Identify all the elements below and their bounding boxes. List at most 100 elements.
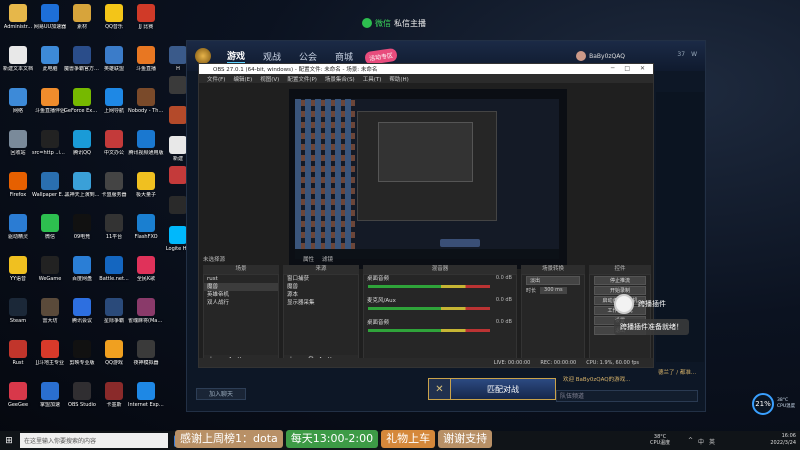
- desktop-icon[interactable]: FlashFXO: [128, 214, 164, 240]
- desktop-icon[interactable]: 微信: [32, 214, 68, 240]
- desktop-icon[interactable]: 09电竞: [64, 214, 100, 240]
- obs-menu-item[interactable]: 编辑(E): [233, 75, 252, 83]
- desktop-icon[interactable]: 黑神天上演到...: [64, 172, 100, 198]
- desktop-icon[interactable]: 网络: [0, 88, 36, 114]
- desktop-icon-image: [105, 4, 123, 22]
- scene-item[interactable]: 双人战行: [204, 299, 278, 307]
- desktop-icon[interactable]: src=http ..img.ketpd...: [32, 130, 68, 156]
- desktop-icon[interactable]: Battle.net...: [96, 256, 132, 282]
- tray-lang-icon[interactable]: 英: [709, 437, 715, 446]
- source-item[interactable]: 窗口捕获: [284, 275, 358, 283]
- obs-menu-item[interactable]: 文件(F): [207, 75, 225, 83]
- desktop-icon[interactable]: 英雄联盟: [96, 46, 132, 72]
- desktop-icon[interactable]: Administr...: [0, 4, 36, 30]
- desktop-icon[interactable]: Wallpaper Engine: ...: [32, 172, 68, 198]
- tab-guild[interactable]: 公会: [299, 50, 317, 63]
- side-chat-line: 德兰了 / 都准...: [658, 370, 697, 376]
- desktop-icon[interactable]: 卡盟服务器: [96, 172, 132, 198]
- desktop-icon[interactable]: 雀魂麻将(Mahjong...: [128, 298, 164, 324]
- tray-ime-icon[interactable]: 中: [698, 437, 704, 446]
- scene-item[interactable]: rust: [204, 275, 278, 283]
- volume-meter[interactable]: [368, 285, 490, 288]
- scene-item[interactable]: 魔兽: [204, 283, 278, 291]
- desktop-icon[interactable]: Nobody - The Turna...: [128, 88, 164, 114]
- taskbar-search-input[interactable]: 在这里输入你要搜索的内容: [20, 433, 168, 448]
- desktop-icon[interactable]: JJ 比赛: [128, 4, 164, 30]
- obs-menu-item[interactable]: 场景集合(S): [325, 75, 355, 83]
- desktop-icon-label: 夜神模拟器: [133, 360, 159, 366]
- filters-button[interactable]: 滤镜: [322, 255, 333, 263]
- desktop-icon[interactable]: 魔兽争霸官方对战平台: [64, 46, 100, 72]
- desktop-icon[interactable]: 上网导航: [96, 88, 132, 114]
- desktop-icon[interactable]: 腾讯QQ: [64, 130, 100, 156]
- desktop-icon[interactable]: 腾讯视频通用版: [128, 130, 164, 156]
- desktop-icon[interactable]: GeeGee: [0, 382, 36, 408]
- desktop-icon[interactable]: 全民K歌: [128, 256, 164, 282]
- match-button[interactable]: ✕ 匹配对战: [428, 378, 556, 400]
- desktop-icon[interactable]: 11平台: [96, 214, 132, 240]
- desktop-icon[interactable]: 百度网盘: [64, 256, 100, 282]
- scene-item[interactable]: 英雄帝机: [204, 291, 278, 299]
- desktop-icon-image: [9, 340, 27, 358]
- user-info[interactable]: BaBy0zQAQ: [576, 51, 625, 61]
- desktop-icon[interactable]: 此电脑: [32, 46, 68, 72]
- desktop-icon[interactable]: 回收站: [0, 130, 36, 156]
- source-item[interactable]: 魔兽: [284, 283, 358, 291]
- tray-clock[interactable]: 16:06 2022/3/24: [770, 433, 796, 447]
- tab-game[interactable]: 游戏: [227, 49, 246, 64]
- desktop-icon[interactable]: Internet Explorer: [128, 382, 164, 408]
- volume-meter[interactable]: [368, 329, 490, 332]
- obs-menu-item[interactable]: 视图(V): [260, 75, 279, 83]
- desktop-icon[interactable]: 中文办公: [96, 130, 132, 156]
- source-item[interactable]: 显示器采集: [284, 299, 358, 307]
- desktop-icon[interactable]: 斗鱼直播: [128, 46, 164, 72]
- close-icon[interactable]: ✕: [429, 379, 451, 399]
- obs-menu-item[interactable]: 帮助(H): [389, 75, 408, 83]
- duration-input[interactable]: 300 ms: [540, 287, 567, 294]
- windows-start-icon[interactable]: ⊞: [0, 436, 18, 446]
- desktop-icon[interactable]: GeForce Experience: [64, 88, 100, 114]
- desktop-icon[interactable]: Firefox: [0, 172, 36, 198]
- desktop-icon[interactable]: 素材: [64, 4, 100, 30]
- desktop-icon[interactable]: Rust: [0, 340, 36, 366]
- desktop-icon[interactable]: 腾讯会议: [64, 298, 100, 324]
- controls-header: 控件: [589, 265, 651, 274]
- tray-chevron-icon[interactable]: ^: [688, 437, 693, 446]
- obs-control-button[interactable]: 停止推流: [594, 276, 646, 285]
- desktop-icon[interactable]: 掌盟加速: [32, 382, 68, 408]
- obs-window-controls[interactable]: ─ □ ✕: [611, 65, 649, 72]
- obs-preview[interactable]: [289, 89, 567, 269]
- invite-button[interactable]: 加入聊天: [196, 388, 246, 400]
- desktop-icon[interactable]: 星际争霸: [96, 298, 132, 324]
- desktop-icon-image: [41, 298, 59, 316]
- desktop-icon[interactable]: 夜神模拟器: [128, 340, 164, 366]
- overlay-schedule: 每天13:00-2:00: [285, 430, 379, 448]
- performance-widget[interactable]: 21% 38°C CPU温度: [752, 393, 795, 415]
- wechat-private-message-tab[interactable]: 微信 私信主播: [362, 16, 426, 30]
- desktop-icon[interactable]: 新建文本文档: [0, 46, 36, 72]
- source-item[interactable]: 源本: [284, 291, 358, 299]
- desktop-icon[interactable]: OBS Studio: [64, 382, 100, 408]
- transition-select[interactable]: 淡出: [526, 276, 580, 285]
- desktop-icon[interactable]: 卡墨斯: [96, 382, 132, 408]
- desktop-icon[interactable]: 剪映专业版: [64, 340, 100, 366]
- properties-button[interactable]: 属性: [303, 255, 314, 263]
- tab-shop[interactable]: 商城: [335, 50, 353, 63]
- obs-menu-item[interactable]: 工具(T): [363, 75, 382, 83]
- tab-spectate[interactable]: 观战: [263, 50, 281, 63]
- desktop-icon[interactable]: 斗鱼直播伴侣: [32, 88, 68, 114]
- desktop-icon[interactable]: 驱动精灵: [0, 214, 36, 240]
- desktop-icon[interactable]: QQ游戏: [96, 340, 132, 366]
- desktop-icon[interactable]: 网易UU加速器: [32, 4, 68, 30]
- desktop-icon[interactable]: 雷大坊: [32, 298, 68, 324]
- tray-date: 2022/3/24: [770, 440, 796, 446]
- desktop-icon[interactable]: WeGame: [32, 256, 68, 282]
- volume-meter[interactable]: [368, 307, 490, 310]
- desktop-icon[interactable]: Steam: [0, 298, 36, 324]
- chat-input[interactable]: 队伍频道: [556, 390, 698, 402]
- desktop-icon[interactable]: JJ斗地主专业: [32, 340, 68, 366]
- desktop-icon[interactable]: QQ音乐: [96, 4, 132, 30]
- desktop-icon[interactable]: YY语音: [0, 256, 36, 282]
- obs-menu-item[interactable]: 配置文件(P): [287, 75, 317, 83]
- desktop-icon[interactable]: 极大量子: [128, 172, 164, 198]
